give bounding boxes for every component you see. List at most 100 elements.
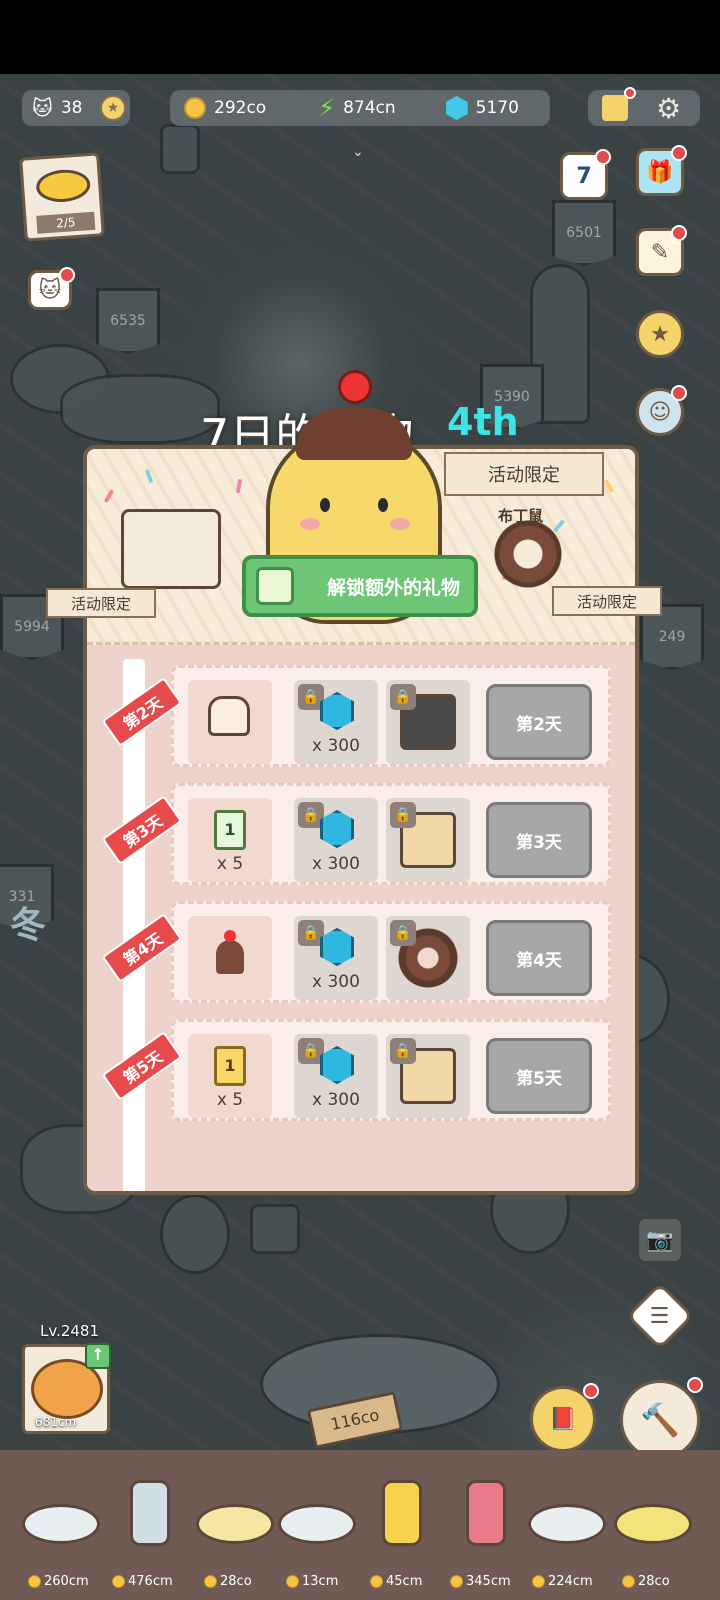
day-list[interactable]: 第2天 🔒 x 300 🔒 第2天 第3天 1 x 5 🔒 x 300 🔒 第3… bbox=[87, 645, 635, 1191]
dock-price: 45cm bbox=[370, 1574, 422, 1589]
dock-item-chicken[interactable] bbox=[278, 1490, 358, 1550]
egg-dish-icon bbox=[196, 1504, 274, 1544]
gift-button[interactable]: 🎁 bbox=[636, 145, 687, 196]
lamp-decor bbox=[160, 124, 200, 174]
claim-day-button[interactable]: 第5天 bbox=[486, 1038, 592, 1114]
cat-chat-icon: 🐱 bbox=[38, 277, 62, 303]
energy-count: 874cn bbox=[343, 98, 396, 118]
ticket-icon: 1 bbox=[214, 810, 246, 850]
donut-icon bbox=[493, 519, 563, 589]
dock bbox=[0, 1450, 720, 1600]
dock-price: 260cm bbox=[28, 1574, 89, 1589]
reward-cell-item[interactable]: 🔒 bbox=[386, 1034, 470, 1118]
berry-bottle-icon bbox=[466, 1480, 506, 1546]
dock-item-milk[interactable] bbox=[110, 1480, 190, 1550]
status-bar bbox=[0, 0, 720, 74]
reward-cell-free[interactable]: 1 x 5 bbox=[188, 1034, 272, 1118]
star-icon[interactable]: ★ bbox=[100, 95, 126, 121]
gem-count: 5170 bbox=[475, 98, 519, 118]
recipe-card[interactable]: 2/5 bbox=[19, 152, 105, 242]
cat-icon: 🐱 bbox=[32, 96, 53, 120]
unlock-label: 解锁额外的礼物 bbox=[326, 576, 460, 599]
star-medal-icon: ★ bbox=[650, 321, 670, 347]
build-hammer-button[interactable]: 🔨 bbox=[620, 1377, 703, 1460]
robot-icon: ☺ bbox=[648, 399, 672, 425]
box-decor bbox=[250, 1204, 300, 1254]
reward-cell-item[interactable]: 🔒 bbox=[386, 798, 470, 882]
level-price: 681cm bbox=[35, 1415, 77, 1429]
dock-item-salad[interactable] bbox=[22, 1490, 102, 1550]
recipe-book-button[interactable]: 📕 bbox=[530, 1383, 599, 1452]
dock-item-eggs[interactable] bbox=[196, 1490, 276, 1550]
reward-qty: x 300 bbox=[312, 854, 360, 874]
reward-cell-free[interactable]: 1 x 5 bbox=[188, 798, 272, 882]
reward-cell-item[interactable]: 🔒 bbox=[386, 916, 470, 1000]
gem-icon bbox=[320, 692, 354, 730]
platter-icon bbox=[528, 1504, 606, 1544]
coin-icon bbox=[184, 97, 206, 119]
claim-day-button[interactable]: 第2天 bbox=[486, 684, 592, 760]
menu-pill: ⚙ bbox=[588, 87, 700, 126]
currency-pill: 292co ⚡ 874cn 5170 bbox=[170, 90, 550, 126]
camera-button[interactable]: 📷 bbox=[636, 1216, 684, 1264]
unlock-icon bbox=[256, 567, 294, 605]
reward-cell-gem[interactable]: 🔒 x 300 bbox=[294, 916, 378, 1000]
cat-count-pill[interactable]: 🐱 38 ★ bbox=[22, 90, 130, 126]
lock-icon: 🔒 bbox=[390, 1038, 416, 1064]
day-row: 第3天 1 x 5 🔒 x 300 🔒 第3天 bbox=[101, 783, 611, 885]
level-card[interactable]: ↑ 681cm bbox=[22, 1343, 111, 1434]
reward-cell-gem[interactable]: 🔒 x 300 bbox=[294, 680, 378, 764]
dock-item-soup[interactable] bbox=[614, 1490, 694, 1550]
calendar-button[interactable]: 7 bbox=[560, 149, 611, 200]
badge-button[interactable]: ★ bbox=[636, 310, 684, 358]
coffee-cart-icon bbox=[121, 509, 221, 589]
reward-cell-free[interactable] bbox=[188, 916, 272, 1000]
milk-bottle-icon bbox=[130, 1480, 170, 1546]
chevron-down-icon[interactable]: ⌄ bbox=[352, 144, 364, 160]
gold-ticket-icon: 1 bbox=[214, 1046, 246, 1086]
announce-icon[interactable] bbox=[602, 87, 636, 121]
reward-qty: x 300 bbox=[312, 736, 360, 756]
pumpkin-decor bbox=[60, 374, 220, 444]
cherry-icon bbox=[338, 370, 372, 404]
camera-icon: 📷 bbox=[646, 1227, 674, 1253]
dock-item-juice[interactable] bbox=[362, 1480, 442, 1550]
quest-button[interactable]: ✎ bbox=[636, 225, 687, 276]
gem-icon bbox=[445, 96, 468, 120]
dock-price: 13cm bbox=[286, 1574, 338, 1589]
reward-cell-item[interactable]: 🔒 bbox=[386, 680, 470, 764]
lock-icon: 🔒 bbox=[390, 802, 416, 828]
day-row: 第2天 🔒 x 300 🔒 第2天 bbox=[101, 665, 611, 767]
dock-item-platter[interactable] bbox=[528, 1490, 608, 1550]
dock-price: 224cm bbox=[532, 1574, 593, 1589]
reward-cell-gem[interactable]: 🔒 x 300 bbox=[294, 798, 378, 882]
dock-price: 345cm bbox=[450, 1574, 511, 1589]
lock-icon: 🔒 bbox=[390, 920, 416, 946]
chicken-dish-icon bbox=[278, 1504, 356, 1544]
unlock-extra-gifts-button[interactable]: 解锁额外的礼物 bbox=[242, 555, 478, 617]
gift-icon: 🎁 bbox=[646, 159, 674, 185]
salad-icon bbox=[22, 1504, 100, 1544]
fan-decor bbox=[160, 1194, 230, 1274]
gear-icon[interactable]: ⚙ bbox=[656, 92, 681, 125]
dock-price: 28co bbox=[204, 1574, 252, 1589]
sign-6501: 6501 bbox=[552, 200, 616, 266]
recipe-progress: 2/5 bbox=[36, 211, 96, 234]
dock-item-berry[interactable] bbox=[446, 1480, 526, 1550]
claim-day-button[interactable]: 第3天 bbox=[486, 802, 592, 878]
reward-qty: x 300 bbox=[312, 1090, 360, 1110]
claim-day-button[interactable]: 第4天 bbox=[486, 920, 592, 996]
chat-button[interactable]: 🐱 bbox=[28, 267, 75, 310]
upgrade-arrow-icon[interactable]: ↑ bbox=[85, 1343, 111, 1369]
winter-label: 冬 bbox=[10, 905, 47, 946]
gem-icon bbox=[320, 928, 354, 966]
book-icon: 📕 bbox=[549, 1406, 577, 1432]
reward-cell-gem[interactable]: 🔒 x 300 bbox=[294, 1034, 378, 1118]
calendar-icon: 7 bbox=[576, 163, 592, 189]
hammer-icon: 🔨 bbox=[640, 1401, 680, 1439]
reward-cell-free[interactable] bbox=[188, 680, 272, 764]
caramel-top bbox=[296, 408, 412, 460]
robot-button[interactable]: ☺ bbox=[636, 385, 687, 436]
level-label: Lv.2481 bbox=[40, 1322, 100, 1340]
dish-icon bbox=[35, 168, 92, 204]
